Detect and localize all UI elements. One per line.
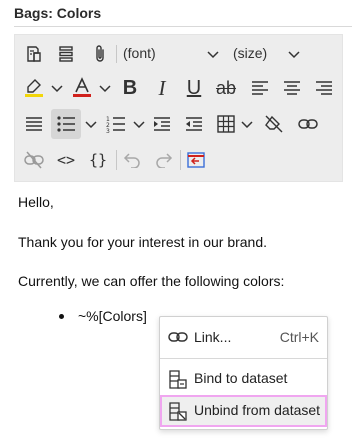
bold-button[interactable]: B <box>117 75 143 101</box>
underline-button[interactable]: U <box>181 75 207 101</box>
outdent-icon[interactable] <box>181 111 207 137</box>
dataset-icon <box>169 370 187 389</box>
body-line: Currently, we can offer the following co… <box>18 273 285 289</box>
highlight-color-icon[interactable] <box>21 75 47 101</box>
stack-icon[interactable] <box>53 41 79 67</box>
link-icon <box>168 332 188 342</box>
chevron-down-icon[interactable] <box>99 83 111 93</box>
clear-formatting-icon[interactable] <box>261 111 287 137</box>
bulleted-list-button[interactable] <box>51 109 81 139</box>
size-select-value: (size) <box>233 45 268 61</box>
font-color-icon[interactable] <box>69 75 95 101</box>
table-icon[interactable] <box>213 111 239 137</box>
align-center-icon[interactable] <box>279 75 305 101</box>
dataset-unbind-icon <box>169 402 187 421</box>
bulleted-list-icon <box>57 116 75 132</box>
menu-item-unbind-dataset[interactable]: Unbind from dataset <box>160 395 327 427</box>
menu-item-bind-dataset[interactable]: Bind to dataset <box>160 363 327 393</box>
menu-item-link[interactable]: Link... Ctrl+K <box>160 322 327 352</box>
toolbar-divider <box>116 45 117 63</box>
unlink-icon <box>21 147 47 173</box>
editor-toolbar: (font) (size) B I U ab 123 <> {} <box>14 34 343 182</box>
chevron-down-icon <box>288 51 300 59</box>
svg-text:3: 3 <box>106 128 110 133</box>
italic-button[interactable]: I <box>149 75 175 101</box>
align-left-icon[interactable] <box>247 75 273 101</box>
placeholder-button[interactable]: {} <box>85 147 111 173</box>
font-select-value: (font) <box>123 45 156 61</box>
indent-icon[interactable] <box>149 111 175 137</box>
toolbar-divider <box>180 150 181 170</box>
numbered-list-icon[interactable]: 123 <box>103 111 129 137</box>
paste-format-icon[interactable] <box>21 41 47 67</box>
menu-item-label: Link... <box>194 329 232 345</box>
chevron-down-icon[interactable] <box>51 83 63 93</box>
redo-icon <box>151 147 177 173</box>
menu-separator <box>160 358 327 359</box>
menu-item-label: Bind to dataset <box>194 370 288 386</box>
context-menu: Link... Ctrl+K Bind to dataset Unbind fr… <box>159 316 328 430</box>
font-family-select[interactable]: (font) <box>119 41 227 67</box>
menu-item-label: Unbind from dataset <box>194 402 321 418</box>
bullet-marker <box>59 314 64 319</box>
justify-icon[interactable] <box>21 111 47 137</box>
chevron-down-icon <box>207 51 219 59</box>
align-right-icon[interactable] <box>311 75 337 101</box>
chevron-down-icon[interactable] <box>85 119 97 129</box>
link-icon[interactable] <box>295 111 321 137</box>
chevron-down-icon[interactable] <box>133 119 145 129</box>
panel-title: Bags: Colors <box>14 5 102 21</box>
insert-field-icon[interactable] <box>183 147 209 173</box>
undo-icon <box>119 147 145 173</box>
font-size-select[interactable]: (size) <box>231 41 309 67</box>
source-code-button[interactable]: <> <box>53 147 79 173</box>
strikethrough-button[interactable]: ab <box>213 75 239 101</box>
panel-header: Bags: Colors <box>0 0 356 30</box>
toolbar-divider <box>116 150 117 170</box>
chevron-down-icon[interactable] <box>241 119 253 129</box>
body-line: Thank you for your interest in our brand… <box>18 234 268 250</box>
menu-item-shortcut: Ctrl+K <box>279 329 319 345</box>
header-divider <box>14 26 352 27</box>
list-item: ~%[Colors] <box>78 308 147 324</box>
greeting-text: Hello, <box>18 194 54 210</box>
attachment-icon[interactable] <box>87 41 113 67</box>
